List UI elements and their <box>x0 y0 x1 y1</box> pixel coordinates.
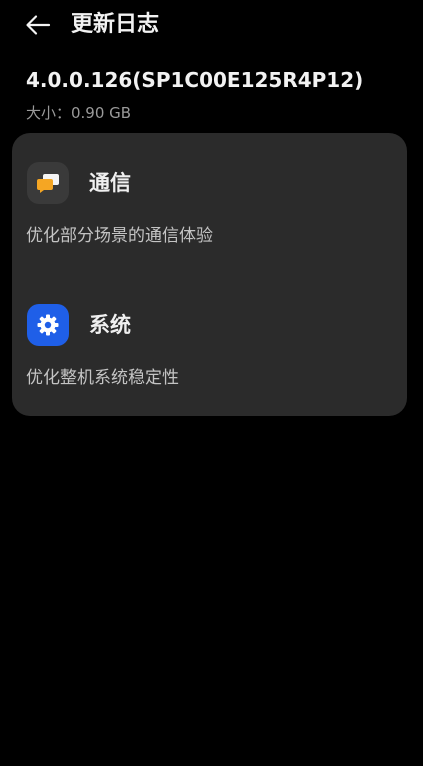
changelog-card: 通信 优化部分场景的通信体验 系统 优化整机系统稳定性 <box>12 133 407 416</box>
section-title: 通信 <box>89 171 131 195</box>
messaging-icon <box>27 162 69 204</box>
changelog-page: 更新日志 4.0.0.126(SP1C00E125R4P12) 大小：0.90 … <box>0 0 423 766</box>
version-number: 4.0.0.126(SP1C00E125R4P12) <box>26 68 364 92</box>
package-size: 大小：0.90 GB <box>26 104 132 122</box>
section-title: 系统 <box>89 313 131 337</box>
section-description: 优化部分场景的通信体验 <box>26 226 213 246</box>
section-description: 优化整机系统稳定性 <box>26 368 179 388</box>
page-title: 更新日志 <box>71 12 160 37</box>
top-app-bar: 更新日志 <box>0 0 423 50</box>
settings-gear-icon <box>27 304 69 346</box>
back-button[interactable] <box>20 8 56 42</box>
arrow-left-icon <box>26 15 51 35</box>
